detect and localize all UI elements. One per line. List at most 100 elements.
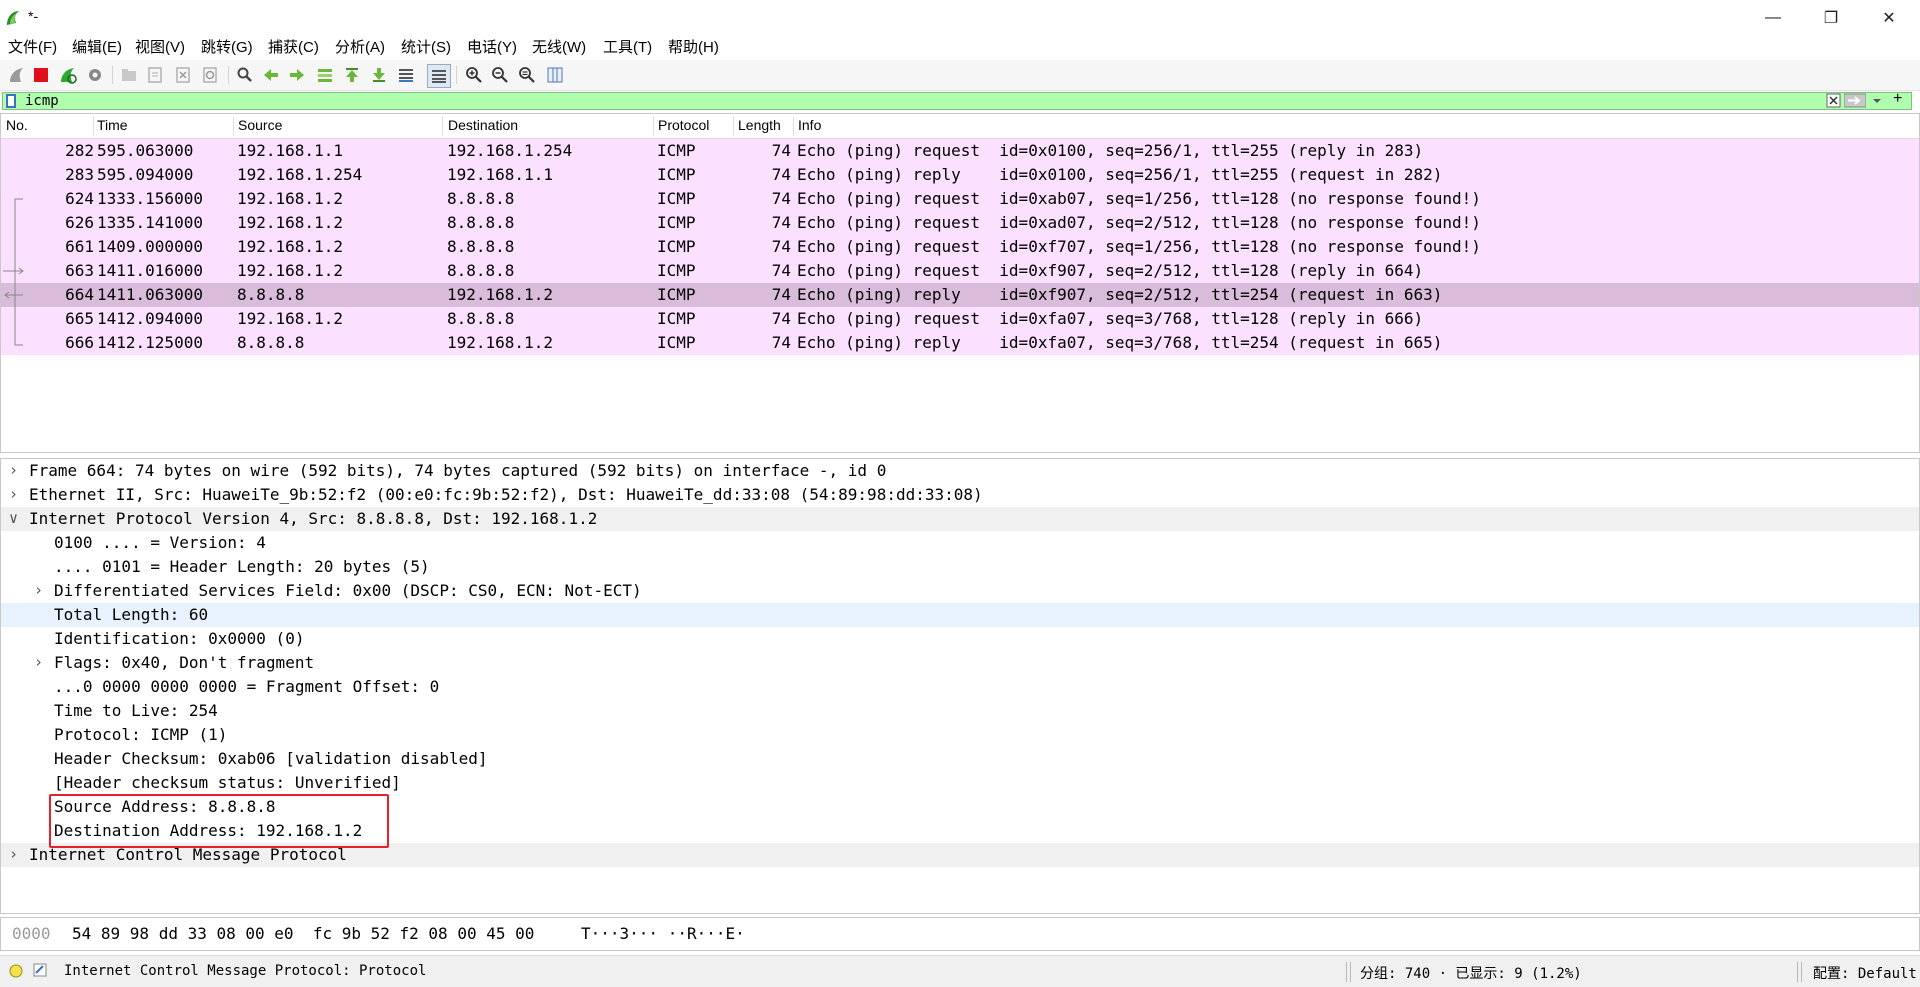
tree-item-protocol[interactable]: Protocol: ICMP (1) — [1, 723, 1919, 747]
tree-item-header-length[interactable]: .... 0101 = Header Length: 20 bytes (5) — [1, 555, 1919, 579]
stop-capture-button[interactable] — [30, 64, 52, 86]
packet-info: Echo (ping) request id=0xf907, seq=2/512… — [797, 261, 1424, 280]
collapse-arrow-icon[interactable]: ∨ — [9, 509, 18, 527]
packet-row[interactable]: 283 595.094000 192.168.1.254 192.168.1.1… — [1, 163, 1919, 187]
tree-item-label: Time to Live: 254 — [54, 701, 218, 720]
go-last-icon — [373, 68, 385, 82]
menu-telephony[interactable]: 电话(Y) — [467, 36, 517, 57]
packet-source: 8.8.8.8 — [237, 333, 305, 352]
packet-list[interactable]: No. Time Source Destination Protocol Len… — [0, 113, 1920, 453]
tree-item-ttl[interactable]: Time to Live: 254 — [1, 699, 1919, 723]
packet-row[interactable]: 661 1409.000000 192.168.1.2 8.8.8.8 ICMP… — [1, 235, 1919, 259]
tree-item-checksum[interactable]: Header Checksum: 0xab06 [validation disa… — [1, 747, 1919, 771]
tree-item-version[interactable]: 0100 .... = Version: 4 — [1, 531, 1919, 555]
tree-item-ipv4[interactable]: ∨ Internet Protocol Version 4, Src: 8.8.… — [1, 507, 1919, 531]
packet-bytes-pane[interactable]: 0000 54 89 98 dd 33 08 00 e0 fc 9b 52 f2… — [0, 917, 1920, 951]
packet-info: Echo (ping) request id=0xab07, seq=1/256… — [797, 189, 1481, 208]
status-packet-counts: 分组: 740 · 已显示: 9 (1.2%) — [1360, 966, 1582, 982]
close-file-button[interactable] — [172, 64, 194, 86]
packet-row[interactable]: 665 1412.094000 192.168.1.2 8.8.8.8 ICMP… — [1, 307, 1919, 331]
open-file-button[interactable] — [118, 64, 140, 86]
column-header-protocol[interactable]: Protocol — [658, 117, 709, 133]
packet-destination: 8.8.8.8 — [447, 237, 515, 256]
packet-length: 74 — [771, 213, 791, 232]
filter-history-dropdown-icon[interactable] — [1871, 93, 1883, 108]
packet-length: 74 — [771, 237, 791, 256]
packet-length: 74 — [771, 285, 791, 304]
clear-filter-icon[interactable] — [1826, 93, 1841, 108]
go-forward-button[interactable] — [286, 64, 308, 86]
stop-capture-icon — [34, 68, 48, 82]
go-first-button[interactable] — [341, 64, 363, 86]
column-header-destination[interactable]: Destination — [448, 117, 518, 133]
expand-arrow-icon[interactable]: › — [34, 581, 43, 599]
packet-row[interactable]: 624 1333.156000 192.168.1.2 8.8.8.8 ICMP… — [1, 187, 1919, 211]
normal-size-button[interactable] — [516, 64, 538, 86]
packet-info: Echo (ping) request id=0xf707, seq=1/256… — [797, 237, 1481, 256]
reload-file-button[interactable] — [199, 64, 221, 86]
add-filter-button[interactable]: + — [1893, 90, 1902, 108]
packet-length: 74 — [771, 189, 791, 208]
expand-arrow-icon[interactable]: › — [34, 653, 43, 671]
menu-view[interactable]: 视图(V) — [135, 36, 185, 57]
tree-item-total-length[interactable]: Total Length: 60 — [1, 603, 1919, 627]
tree-item-label: Header Checksum: 0xab06 [validation disa… — [54, 749, 488, 768]
menu-help[interactable]: 帮助(H) — [668, 36, 719, 57]
colorize-button[interactable] — [427, 64, 451, 88]
column-header-source[interactable]: Source — [238, 117, 282, 133]
tree-item-dsfield[interactable]: › Differentiated Services Field: 0x00 (D… — [1, 579, 1919, 603]
go-last-button[interactable] — [368, 64, 390, 86]
packet-list-header: No. Time Source Destination Protocol Len… — [1, 114, 1919, 139]
apply-filter-icon[interactable] — [1844, 93, 1866, 108]
restart-capture-button[interactable] — [57, 64, 79, 86]
packet-length: 74 — [771, 165, 791, 184]
resize-columns-button[interactable] — [544, 64, 566, 86]
packet-time: 1335.141000 — [97, 213, 203, 232]
status-profile[interactable]: 配置: Default — [1813, 963, 1917, 983]
find-packet-button[interactable] — [234, 64, 256, 86]
column-header-length[interactable]: Length — [738, 117, 781, 133]
expand-arrow-icon[interactable]: › — [9, 845, 18, 863]
packet-row[interactable]: 282 595.063000 192.168.1.1 192.168.1.254… — [1, 139, 1919, 163]
wireshark-fin-icon — [7, 11, 19, 25]
tree-item-ethernet[interactable]: › Ethernet II, Src: HuaweiTe_9b:52:f2 (0… — [1, 483, 1919, 507]
display-filter-input[interactable]: icmp — [2, 92, 1912, 110]
column-header-info[interactable]: Info — [798, 117, 821, 133]
packet-row[interactable]: 663 1411.016000 192.168.1.2 8.8.8.8 ICMP… — [1, 259, 1919, 283]
status-field-description: Internet Control Message Protocol: Proto… — [64, 963, 427, 979]
column-header-no[interactable]: No. — [6, 117, 28, 133]
tree-item-frame[interactable]: › Frame 664: 74 bytes on wire (592 bits)… — [1, 459, 1919, 483]
restore-button[interactable]: ❐ — [1802, 0, 1860, 36]
packet-row[interactable]: 626 1335.141000 192.168.1.2 8.8.8.8 ICMP… — [1, 211, 1919, 235]
capture-comment-icon[interactable] — [32, 962, 48, 978]
tree-item-identification[interactable]: Identification: 0x0000 (0) — [1, 627, 1919, 651]
packet-row-selected[interactable]: 664 1411.063000 8.8.8.8 192.168.1.2 ICMP… — [1, 283, 1919, 307]
menu-analyze[interactable]: 分析(A) — [335, 36, 385, 57]
close-button[interactable]: ✕ — [1860, 0, 1918, 36]
zoom-in-button[interactable] — [463, 64, 485, 86]
menu-file[interactable]: 文件(F) — [8, 36, 57, 57]
menu-edit[interactable]: 编辑(E) — [72, 36, 122, 57]
minimize-button[interactable]: — — [1744, 0, 1802, 36]
menu-wireless[interactable]: 无线(W) — [532, 36, 586, 57]
start-capture-button[interactable] — [6, 64, 28, 86]
expert-info-icon[interactable] — [8, 963, 24, 979]
column-header-time[interactable]: Time — [97, 117, 128, 133]
bookmark-icon[interactable] — [5, 94, 17, 108]
tree-item-checksum-status[interactable]: [Header checksum status: Unverified] — [1, 771, 1919, 795]
go-to-packet-button[interactable] — [314, 64, 336, 86]
menu-capture[interactable]: 捕获(C) — [268, 36, 319, 57]
save-file-button[interactable] — [144, 64, 166, 86]
auto-scroll-button[interactable] — [395, 64, 417, 86]
capture-options-button[interactable] — [84, 64, 106, 86]
zoom-out-button[interactable] — [489, 64, 511, 86]
expand-arrow-icon[interactable]: › — [9, 461, 18, 479]
menu-go[interactable]: 跳转(G) — [201, 36, 253, 57]
menu-tools[interactable]: 工具(T) — [603, 36, 652, 57]
menu-statistics[interactable]: 统计(S) — [401, 36, 451, 57]
expand-arrow-icon[interactable]: › — [9, 485, 18, 503]
go-back-button[interactable] — [260, 64, 282, 86]
packet-row[interactable]: 666 1412.125000 8.8.8.8 192.168.1.2 ICMP… — [1, 331, 1919, 355]
tree-item-fragment-offset[interactable]: ...0 0000 0000 0000 = Fragment Offset: 0 — [1, 675, 1919, 699]
tree-item-flags[interactable]: › Flags: 0x40, Don't fragment — [1, 651, 1919, 675]
